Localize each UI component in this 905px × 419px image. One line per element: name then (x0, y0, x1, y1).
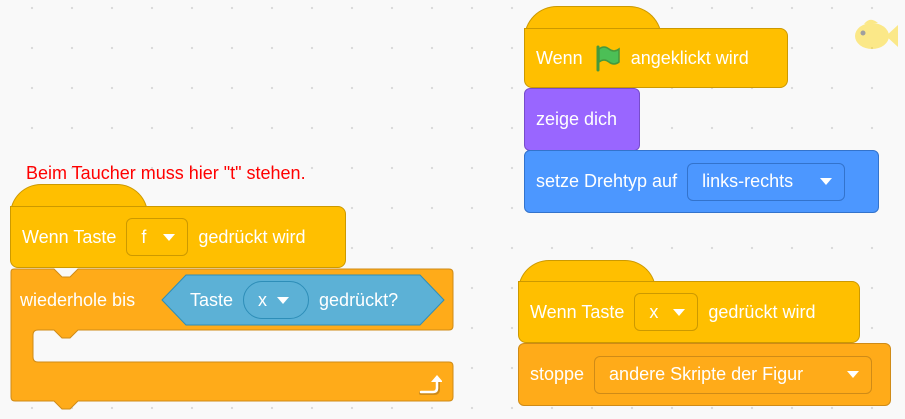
key-value: x (649, 301, 659, 322)
hat-label-suffix: gedrückt wird (198, 226, 306, 247)
show-label: zeige dich (536, 109, 618, 129)
script-comment: Beim Taucher muss hier "t" stehen. (26, 163, 306, 183)
repeat-until-label: wiederhole bis (20, 289, 136, 310)
sensing-suffix: gedrückt? (319, 289, 399, 310)
sensing-prefix: Taste (190, 289, 234, 310)
fish-sprite-icon[interactable] (848, 14, 900, 58)
when-key-pressed-hat-x[interactable]: Wenn Taste x gedrückt wird (518, 281, 860, 343)
rotation-style-value: links-rechts (702, 171, 794, 191)
loop-arrow-icon (419, 375, 442, 395)
hat-label-suffix: angeklickt wird (630, 47, 749, 68)
key-dropdown[interactable]: x (634, 293, 699, 331)
stop-label: stoppe (530, 364, 585, 384)
chevron-down-icon (820, 178, 833, 185)
stop-block[interactable]: stoppe andere Skripte der Figur (518, 343, 891, 406)
when-key-pressed-hat-f[interactable]: Wenn Taste f gedrückt wird (10, 206, 346, 268)
chevron-down-icon (673, 308, 686, 316)
stop-option-dropdown[interactable]: andere Skripte der Figur (594, 355, 873, 394)
green-flag-icon (596, 45, 620, 72)
stop-option-value: andere Skripte der Figur (609, 364, 804, 384)
key-dropdown[interactable]: f (126, 218, 189, 256)
when-flag-clicked-hat[interactable]: Wenn angeklickt wird (524, 28, 788, 88)
rotation-style-dropdown[interactable]: links-rechts (687, 162, 846, 201)
sensing-expression: Taste x gedrückt? (190, 281, 398, 319)
hat-label: Wenn Taste (22, 226, 117, 247)
chevron-down-icon (163, 233, 176, 241)
sensing-key-dropdown[interactable]: x (243, 281, 310, 319)
show-block[interactable]: zeige dich (524, 88, 640, 151)
sensing-key-value: x (258, 289, 268, 310)
hat-label: Wenn Taste (530, 301, 625, 322)
rotation-label: setze Drehtyp auf (536, 171, 678, 191)
key-value: f (141, 226, 147, 247)
set-rotation-style-block[interactable]: setze Drehtyp auf links-rechts (524, 150, 879, 213)
chevron-down-icon (847, 371, 860, 378)
hat-label: Wenn (536, 47, 583, 68)
hat-label-suffix: gedrückt wird (708, 301, 816, 322)
chevron-down-icon (277, 296, 290, 304)
